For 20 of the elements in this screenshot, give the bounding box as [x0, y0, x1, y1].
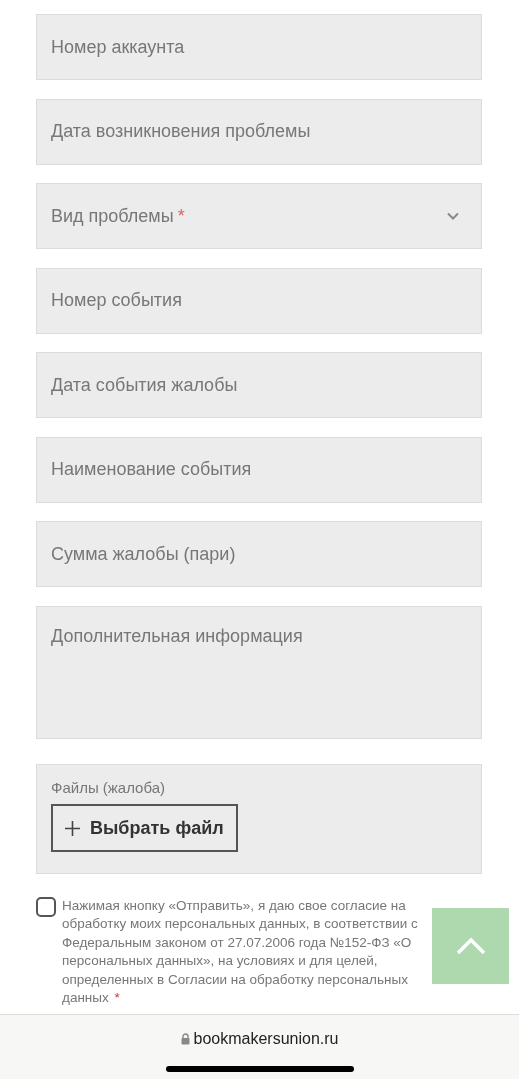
input-field[interactable]: Наименование события [36, 436, 482, 503]
input-field[interactable]: Номер события [36, 267, 482, 334]
files-label: Файлы (жалоба) [51, 779, 166, 796]
chevron-up-icon [455, 937, 486, 955]
chevron-down-icon [447, 212, 459, 220]
input-field[interactable]: Номер аккаунта [36, 14, 482, 80]
input-field[interactable]: Дата возникновения проблемы [36, 98, 482, 165]
dropdown-placeholder: Вид проблемы [51, 205, 174, 227]
input-field[interactable]: Дата события жалобы [36, 352, 482, 418]
choose-file-button[interactable]: Выбрать файл [51, 804, 238, 852]
textarea-field[interactable]: Дополнительная информация [36, 605, 482, 739]
consent-text: Нажимая кнопку «Отправить», я даю свое согласие на обработку моих персональных данных, в соответствии с Федеральным законом от 27.07.2006 года №152-ФЗ «О персональных данных», на условиях и для целей, определенных в Согласии на обработку персональных данных * [62, 896, 419, 1007]
lock-icon [180, 1033, 190, 1045]
consent-checkbox[interactable] [36, 896, 56, 917]
scroll-to-top-button[interactable] [432, 908, 509, 984]
home-indicator[interactable] [165, 1066, 354, 1072]
required-mark: * [177, 205, 185, 227]
input-field[interactable]: Сумма жалобы (пари) [36, 521, 482, 587]
dropdown-field[interactable]: Вид проблемы * [36, 183, 482, 249]
plus-icon [65, 820, 80, 836]
